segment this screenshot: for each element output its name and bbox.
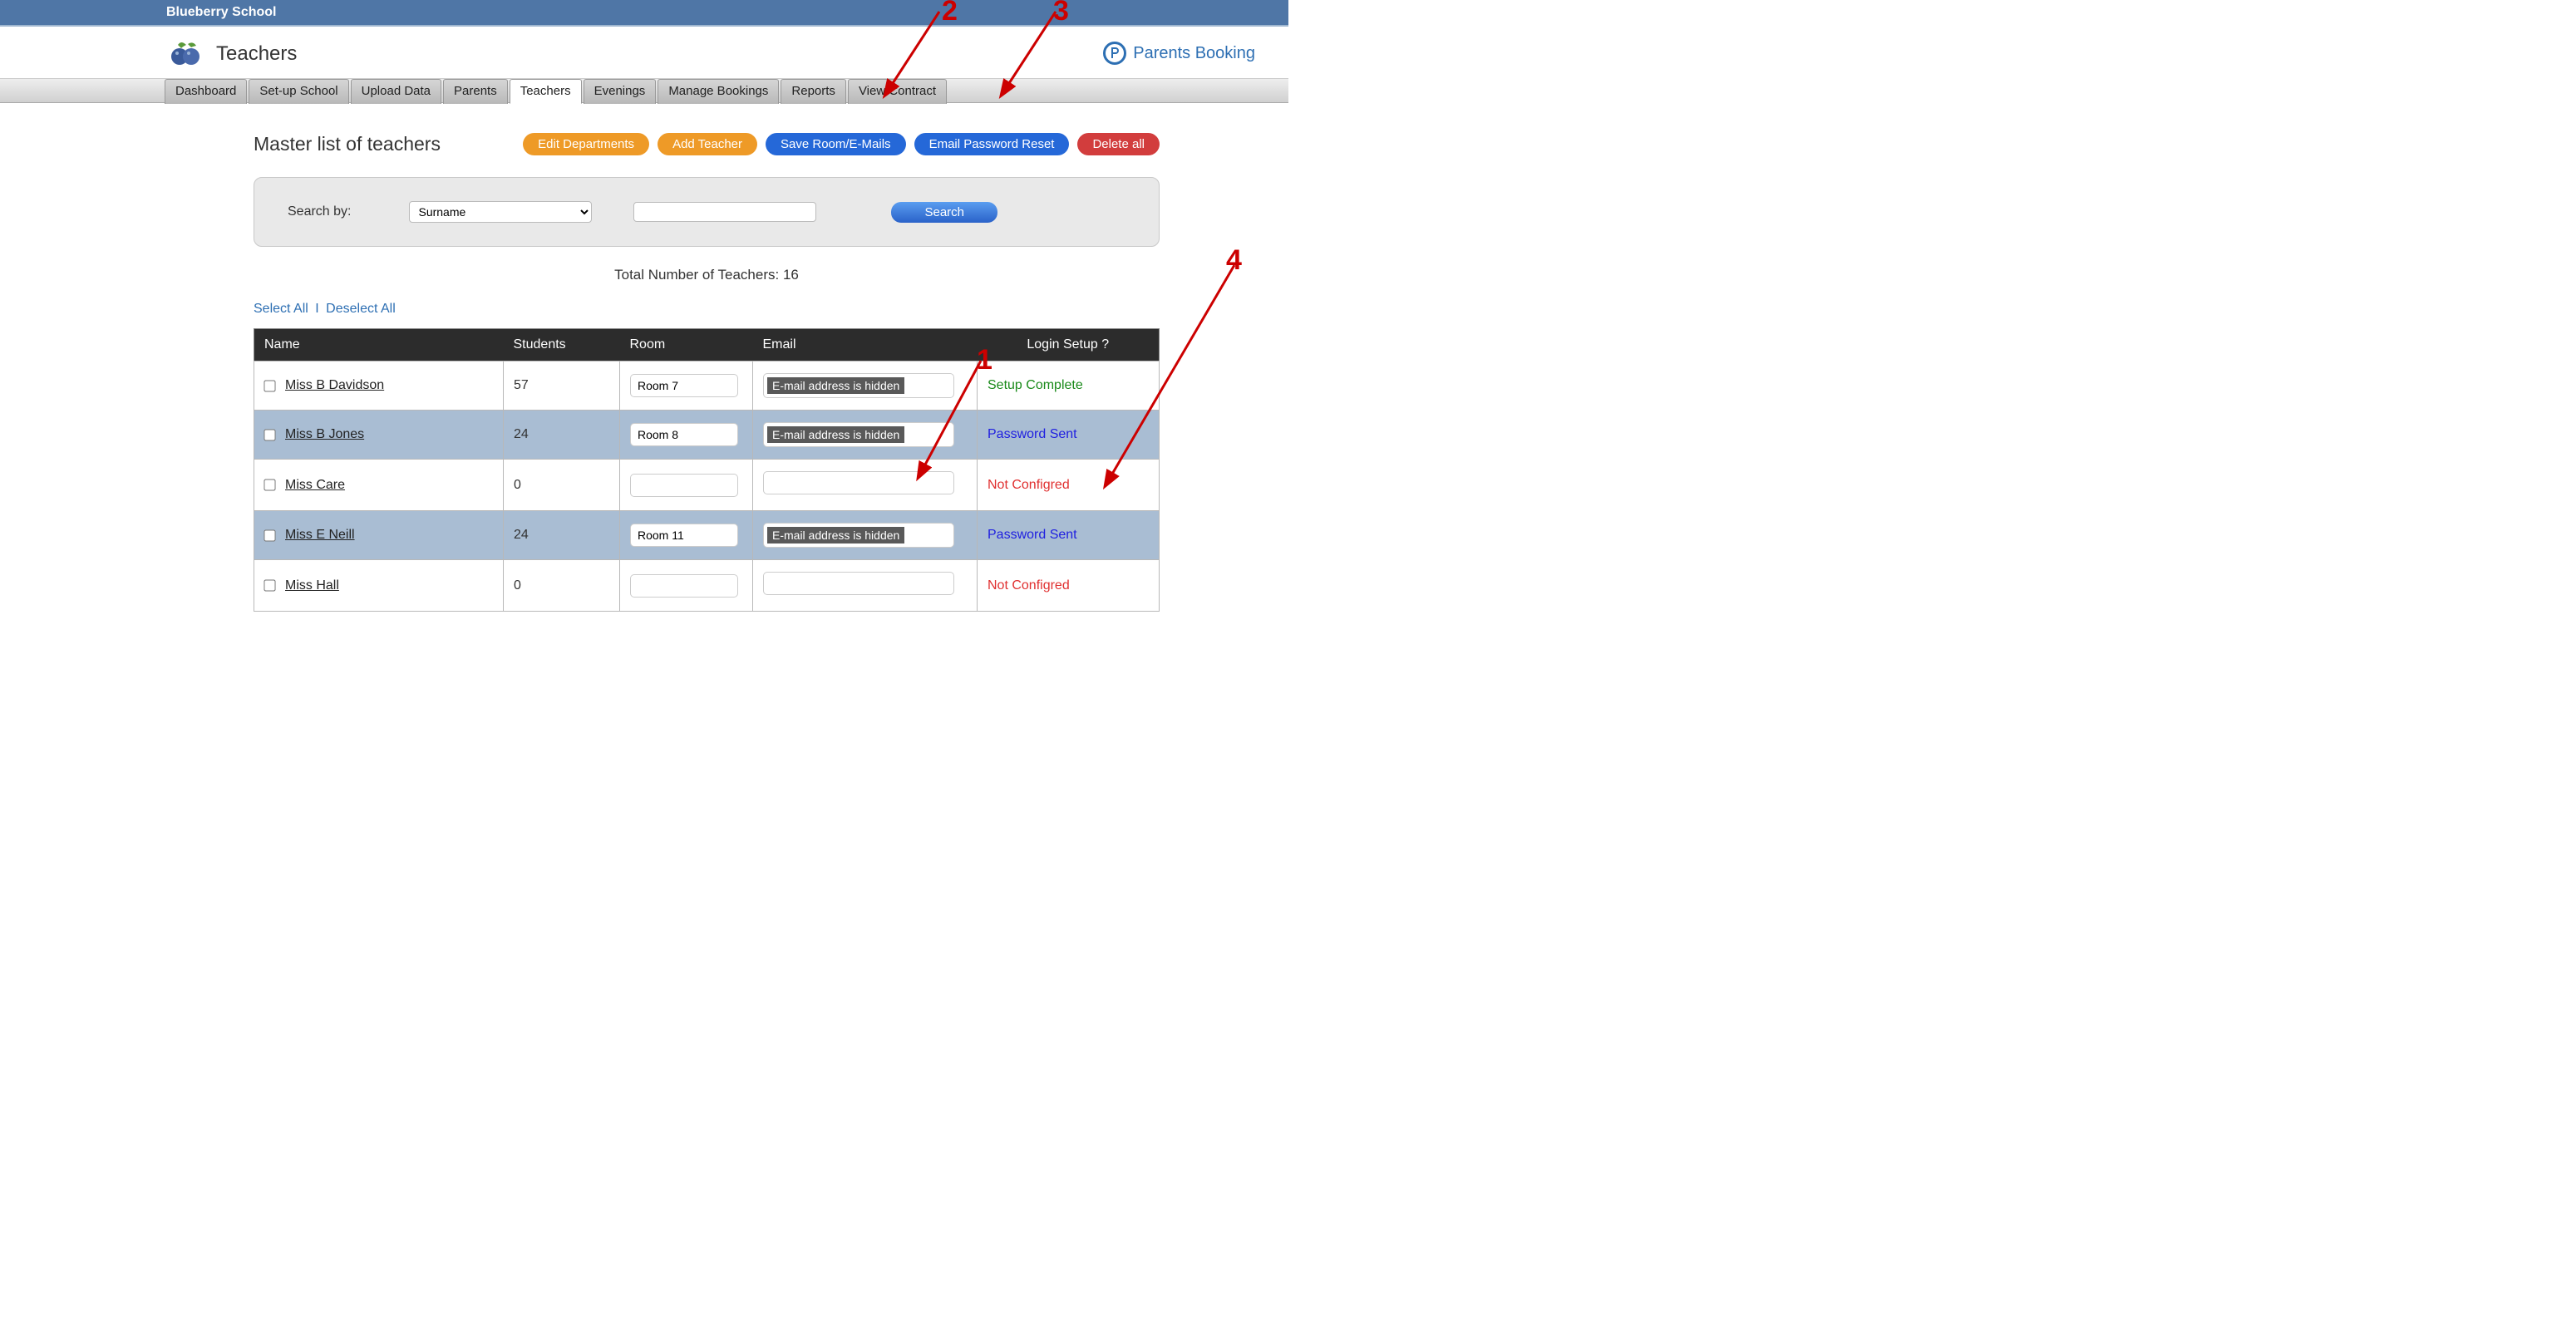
row-checkbox[interactable] [264, 529, 275, 541]
page-title: Teachers [216, 42, 297, 66]
students-cell: 0 [504, 560, 620, 612]
teacher-name-link[interactable]: Miss E Neill [285, 528, 355, 543]
email-input[interactable]: E-mail address is hidden [763, 422, 954, 447]
table-row: Miss B Jones 24 E-mail address is hidden Pa… [254, 411, 1160, 460]
table-row: Miss E Neill 24 E-mail address is hidden Pa… [254, 511, 1160, 560]
header: Teachers Parents Booking [0, 27, 1288, 78]
students-cell: 0 [504, 460, 620, 511]
login-status: Not Configred [988, 578, 1070, 593]
login-status: Password Sent [988, 528, 1077, 542]
table-row: Miss Care 0 Not Configred [254, 460, 1160, 511]
email-hidden-label: E-mail address is hidden [767, 426, 904, 443]
login-status: Password Sent [988, 427, 1077, 441]
search-panel: Search by: Surname Search [254, 177, 1160, 247]
table-row: Miss Hall 0 Not Configred [254, 560, 1160, 612]
email-input[interactable] [763, 572, 954, 595]
school-name-bar: Blueberry School [0, 0, 1288, 27]
room-input[interactable] [630, 474, 738, 497]
section-title: Master list of teachers [254, 133, 441, 155]
select-links: Select All I Deselect All [254, 302, 1160, 317]
students-cell: 24 [504, 411, 620, 460]
content: Master list of teachers Edit Departments… [254, 103, 1160, 612]
add-teacher-button[interactable]: Add Teacher [658, 133, 757, 155]
row-checkbox[interactable] [264, 429, 275, 440]
login-status: Not Configred [988, 478, 1070, 492]
brand-text: Parents Booking [1133, 44, 1255, 63]
room-input[interactable] [630, 524, 738, 547]
nav-tab-upload-data[interactable]: Upload Data [351, 79, 441, 104]
table-row: Miss B Davidson 57 E-mail address is hidde… [254, 361, 1160, 411]
edit-departments-button[interactable]: Edit Departments [523, 133, 649, 155]
navbar: DashboardSet-up SchoolUpload DataParents… [0, 78, 1288, 103]
row-checkbox[interactable] [264, 579, 275, 591]
nav-tab-dashboard[interactable]: Dashboard [165, 79, 247, 104]
email-input[interactable]: E-mail address is hidden [763, 373, 954, 398]
row-checkbox[interactable] [264, 479, 275, 490]
deselect-all-link[interactable]: Deselect All [326, 302, 396, 316]
total-teachers: Total Number of Teachers: 16 [254, 267, 1160, 283]
students-cell: 24 [504, 511, 620, 560]
annot-num-4: 4 [1226, 244, 1242, 277]
students-cell: 57 [504, 361, 620, 411]
teacher-name-link[interactable]: Miss B Davidson [285, 378, 384, 393]
brand-icon [1103, 42, 1126, 65]
section-header: Master list of teachers Edit Departments… [254, 133, 1160, 155]
email-input[interactable]: E-mail address is hidden [763, 523, 954, 548]
nav-tab-teachers[interactable]: Teachers [510, 79, 582, 104]
room-input[interactable] [630, 423, 738, 446]
room-input[interactable] [630, 574, 738, 598]
nav-tab-reports[interactable]: Reports [781, 79, 846, 104]
select-all-link[interactable]: Select All [254, 302, 308, 316]
email-password-reset-button[interactable]: Email Password Reset [914, 133, 1070, 155]
save-room-emails-button[interactable]: Save Room/E-Mails [766, 133, 906, 155]
nav-tab-parents[interactable]: Parents [443, 79, 508, 104]
email-hidden-label: E-mail address is hidden [767, 377, 904, 394]
search-input[interactable] [633, 202, 816, 222]
col-room: Room [620, 329, 753, 361]
brand-logo: Parents Booking [1103, 42, 1255, 65]
nav-tab-evenings[interactable]: Evenings [584, 79, 657, 104]
col-name: Name [254, 329, 504, 361]
login-status: Setup Complete [988, 378, 1083, 392]
room-input[interactable] [630, 374, 738, 397]
teacher-name-link[interactable]: Miss B Jones [285, 427, 364, 442]
col-students: Students [504, 329, 620, 361]
teacher-name-link[interactable]: Miss Care [285, 478, 345, 493]
nav-tab-manage-bookings[interactable]: Manage Bookings [658, 79, 779, 104]
search-by-label: Search by: [288, 204, 351, 219]
email-hidden-label: E-mail address is hidden [767, 527, 904, 543]
delete-all-button[interactable]: Delete all [1077, 133, 1160, 155]
nav-tab-set-up-school[interactable]: Set-up School [249, 79, 348, 104]
email-input[interactable] [763, 471, 954, 494]
search-button[interactable]: Search [891, 202, 997, 223]
school-name: Blueberry School [166, 5, 276, 19]
teachers-table: Name Students Room Email Login Setup ? M… [254, 328, 1160, 612]
search-by-select[interactable]: Surname [409, 201, 592, 223]
teacher-name-link[interactable]: Miss Hall [285, 578, 339, 593]
col-email: Email [753, 329, 978, 361]
col-login: Login Setup ? [978, 329, 1160, 361]
blueberry-logo-icon [166, 42, 206, 66]
nav-tab-view-contract[interactable]: View Contract [848, 79, 947, 104]
select-sep: I [315, 302, 318, 316]
row-checkbox[interactable] [264, 380, 275, 391]
